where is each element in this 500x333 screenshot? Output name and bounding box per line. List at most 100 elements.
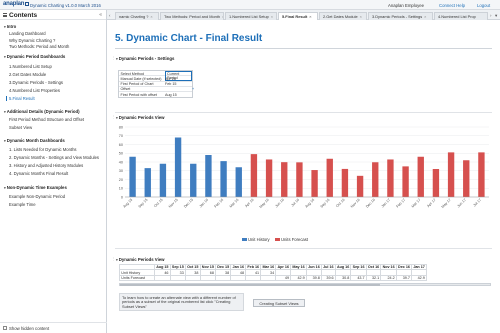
- app-title[interactable]: Dynamic Charting v1.0.0 March 2016: [30, 3, 101, 8]
- forecast-bar[interactable]: [265, 159, 273, 197]
- history-bar[interactable]: [220, 161, 227, 197]
- table-cell[interactable]: 24.2: [380, 274, 397, 282]
- section-additional[interactable]: Additional Details (Dynamic Period): [4, 109, 80, 114]
- user-menu[interactable]: Anaplan Employee: [388, 3, 424, 8]
- chart-panel-header[interactable]: Dynamic Periods View: [116, 115, 165, 120]
- table-cell[interactable]: 42.9: [411, 274, 427, 282]
- logout-link[interactable]: Logout: [477, 3, 490, 8]
- home-icon[interactable]: [25, 2, 29, 6]
- forecast-bar[interactable]: [326, 158, 333, 197]
- column-header[interactable]: Sep 16: [350, 263, 367, 271]
- legend-unit-history[interactable]: Unit History: [242, 237, 270, 242]
- column-header[interactable]: Jul 16: [320, 263, 336, 271]
- sidebar-item-why[interactable]: Why Dynamic Charting ?: [9, 38, 55, 43]
- section-dynamic-period[interactable]: Dynamic Period Dashboards: [4, 54, 66, 59]
- table-cell[interactable]: [199, 274, 217, 282]
- forecast-bar[interactable]: [432, 169, 440, 197]
- column-header[interactable]: Mar 16: [260, 263, 277, 271]
- tab-final-result[interactable]: 5.Final Result ×: [278, 11, 318, 20]
- sidebar-item-final-result[interactable]: 5.Final Result: [9, 96, 35, 101]
- section-dynamic-month[interactable]: Dynamic Month Dashboards: [4, 138, 65, 143]
- sidebar-item-months-settings[interactable]: 2. Dynamic Months - Settings and View Mo…: [9, 155, 99, 160]
- section-intro[interactable]: Intro: [4, 24, 17, 29]
- tab-scroll-left-icon[interactable]: ‹: [109, 13, 111, 18]
- forecast-bar[interactable]: [402, 166, 409, 197]
- panel-drag-icon[interactable]: ⋮: [112, 56, 116, 60]
- history-bar[interactable]: [174, 137, 182, 198]
- tab-list-properties[interactable]: 4.Numbered List Prop: [434, 11, 488, 20]
- panel-drag-icon[interactable]: ⋮: [112, 257, 116, 261]
- history-bar[interactable]: [205, 155, 212, 197]
- table-cell[interactable]: [245, 274, 262, 282]
- forecast-bar[interactable]: [447, 152, 455, 197]
- anaplan-logo[interactable]: anaplan: [3, 1, 24, 7]
- column-header[interactable]: Dec 16: [395, 263, 413, 271]
- show-hidden-checkbox[interactable]: [3, 326, 7, 330]
- sidebar-item-get-dates[interactable]: 2.Get Dates Module: [9, 72, 46, 77]
- close-icon[interactable]: ×: [222, 14, 223, 19]
- forecast-bar[interactable]: [356, 175, 364, 197]
- forecast-bar[interactable]: [387, 159, 394, 197]
- periods-table[interactable]: Aug 15 Sep 15 Oct 15 Nov 15 Dec 15 Jan 16 Feb …: [119, 263, 427, 282]
- tab-two-methods[interactable]: Two Methods: Period and Month×: [160, 11, 224, 20]
- column-header[interactable]: Aug 16: [334, 263, 352, 271]
- sidebar-item-example-period[interactable]: Example Non-Dynamic Period: [9, 194, 65, 199]
- table-cell[interactable]: 43.7: [350, 274, 367, 282]
- table-cell[interactable]: 42.9: [290, 274, 307, 282]
- tab-settings[interactable]: 3.Dynamic Periods - Settings ×: [368, 11, 433, 20]
- forecast-bar[interactable]: [311, 170, 318, 197]
- column-header[interactable]: Oct 16: [365, 263, 382, 271]
- legend-units-forecast[interactable]: Units Forecast: [275, 237, 308, 242]
- offset-plus-icon[interactable]: +: [192, 87, 194, 91]
- panel-drag-icon[interactable]: ⋮: [112, 115, 116, 119]
- close-icon[interactable]: ×: [309, 14, 311, 19]
- collapse-sidebar-icon[interactable]: «: [99, 12, 102, 18]
- column-header[interactable]: Jan 17: [411, 263, 427, 271]
- column-header[interactable]: Dec 15: [215, 263, 232, 271]
- help-link[interactable]: Connect Help: [439, 3, 465, 8]
- section-non-dynamic[interactable]: Non-Dynamic Time Examples: [4, 185, 67, 190]
- column-header[interactable]: Jan 16: [230, 263, 247, 271]
- manual-date-field[interactable]: Apr 16: [165, 77, 176, 81]
- close-icon[interactable]: ×: [271, 14, 273, 19]
- history-bar[interactable]: [129, 156, 136, 197]
- history-bar[interactable]: [235, 167, 242, 197]
- sidebar-item-numbered-list[interactable]: 1.Numbered List Setup: [9, 64, 52, 69]
- sidebar-item-two-methods[interactable]: Two Methods: Period and Month: [9, 44, 69, 49]
- dynamic-periods-chart[interactable]: 0 10 20 30 40 50 60 70 80 Aug 15 Sep 15 Oct 15 Nov 1…: [115, 123, 493, 215]
- table-cell[interactable]: [230, 274, 247, 282]
- forecast-bar[interactable]: [250, 154, 258, 197]
- close-icon[interactable]: ×: [150, 14, 152, 19]
- settings-panel-header[interactable]: Dynamic Periods - Settings: [116, 56, 175, 61]
- tab-list-icon[interactable]: ▾: [495, 13, 497, 19]
- column-header[interactable]: Aug 15: [154, 263, 171, 271]
- history-bar[interactable]: [159, 163, 167, 197]
- forecast-bar[interactable]: [296, 162, 303, 197]
- column-header[interactable]: Sep 15: [169, 263, 186, 271]
- tab-get-dates[interactable]: 2.Get Dates Module ×: [319, 11, 367, 20]
- table-cell[interactable]: 39.8: [305, 274, 322, 282]
- tab-numbered-list[interactable]: 1.Numbered List Setup ×: [225, 11, 277, 20]
- close-icon[interactable]: ×: [424, 14, 426, 19]
- table-cell[interactable]: [184, 274, 201, 282]
- forecast-bar[interactable]: [281, 162, 288, 197]
- table-cell[interactable]: 30.8: [334, 274, 352, 282]
- tab-why-dynamic[interactable]: namic Charting ? ×: [115, 11, 159, 20]
- sidebar-item-example-time[interactable]: Example Time: [9, 202, 36, 207]
- table-cell[interactable]: [260, 274, 277, 282]
- sidebar-item-first-period[interactable]: First Period Method Structure and Offset: [9, 117, 84, 122]
- sidebar-item-lists-needed[interactable]: 1. Lists Needed for Dynamic Months: [9, 147, 77, 152]
- column-header[interactable]: Feb 16: [245, 263, 262, 271]
- sidebar-item-subset-view[interactable]: Subset View: [9, 125, 32, 130]
- table-cell[interactable]: 39.6: [320, 274, 336, 282]
- table-cell[interactable]: [215, 274, 232, 282]
- sidebar-item-months-final[interactable]: 4. Dynamic Months Final Result: [9, 171, 68, 176]
- forecast-bar[interactable]: [417, 156, 424, 197]
- column-header[interactable]: May 16: [290, 263, 307, 271]
- column-header[interactable]: Jun 16: [305, 263, 322, 271]
- history-bar[interactable]: [144, 168, 151, 197]
- table-cell[interactable]: [169, 274, 186, 282]
- forecast-bar[interactable]: [463, 160, 470, 197]
- history-bar[interactable]: [190, 163, 197, 197]
- table-panel-header[interactable]: Dynamic Periods View: [116, 257, 165, 262]
